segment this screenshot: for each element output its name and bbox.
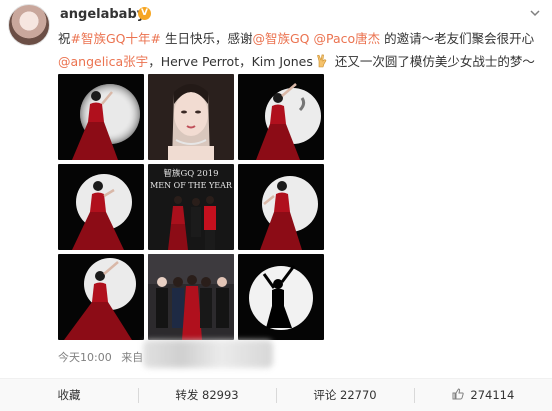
mention-paco[interactable]: @Paco唐杰 xyxy=(314,31,381,46)
favorite-label: 收藏 xyxy=(57,388,81,402)
post-text-fragment: ，Herve Perrot，Kim Jones xyxy=(148,54,313,69)
like-count: 274114 xyxy=(470,388,515,402)
action-toolbar: 收藏 转发 82993 评论 22770 274114 xyxy=(0,378,552,411)
post-text-fragment: 生日快乐，感谢 xyxy=(161,31,253,46)
mention-angelica[interactable]: @angelica张宇 xyxy=(58,54,148,69)
post-time[interactable]: 今天10:00 xyxy=(58,351,112,364)
mention-gq[interactable]: @智族GQ xyxy=(252,31,309,46)
post-text-fragment: 的邀请～老友们聚会很开心 xyxy=(380,31,535,46)
post-line-2: @angelica张宇，Herve Perrot，Kim Jones 还又一次圆… xyxy=(58,50,535,73)
comment-label: 评论 xyxy=(313,388,337,402)
post-text: 祝#智族GQ十年# 生日快乐，感谢@智族GQ @Paco唐杰 的邀请～老友们聚会… xyxy=(58,27,535,73)
photo-thumbnail[interactable] xyxy=(58,164,144,250)
favorite-button[interactable]: 收藏 xyxy=(0,379,138,411)
poster-subtitle: MEN OF THE YEAR xyxy=(150,181,233,190)
avatar[interactable] xyxy=(8,4,50,46)
poster-title: 智族GQ 2019 xyxy=(163,168,218,179)
photo-thumbnail[interactable] xyxy=(148,254,234,340)
username[interactable]: angelababy xyxy=(60,7,145,22)
post-prefix: 祝 xyxy=(58,31,71,46)
repost-button[interactable]: 转发 82993 xyxy=(138,379,276,411)
post-line-1: 祝#智族GQ十年# 生日快乐，感谢@智族GQ @Paco唐杰 的邀请～老友们聚会… xyxy=(58,27,534,50)
photo-thumbnail[interactable] xyxy=(58,254,144,340)
repost-label: 转发 xyxy=(175,388,199,402)
chevron-down-icon[interactable] xyxy=(528,6,542,20)
victory-hand-icon xyxy=(315,52,329,68)
repost-count: 82993 xyxy=(202,388,239,402)
comment-count: 22770 xyxy=(340,388,377,402)
post-source-prefix: 来自 xyxy=(121,351,144,364)
post-meta: 今天10:00 来自 xyxy=(58,349,143,365)
post-text-fragment: 还又一次圆了模仿美少女战士的梦～ xyxy=(330,54,535,69)
photo-thumbnail[interactable] xyxy=(58,74,144,160)
photo-thumbnail[interactable]: 智族GQ 2019 MEN OF THE YEAR xyxy=(148,164,234,250)
thumbs-up-icon xyxy=(452,379,464,411)
photo-thumbnail[interactable] xyxy=(238,74,324,160)
photo-thumbnail[interactable] xyxy=(238,254,324,340)
like-button[interactable]: 274114 xyxy=(414,379,552,411)
topic-link[interactable]: #智族GQ十年# xyxy=(71,31,161,46)
comment-button[interactable]: 评论 22770 xyxy=(276,379,414,411)
verified-badge-icon: V xyxy=(138,7,151,20)
photo-thumbnail[interactable] xyxy=(238,164,324,250)
weibo-post-card: angelababy V 祝#智族GQ十年# 生日快乐，感谢@智族GQ @Pac… xyxy=(0,0,552,411)
blurred-source xyxy=(143,340,273,368)
photo-thumbnail[interactable] xyxy=(148,74,234,160)
